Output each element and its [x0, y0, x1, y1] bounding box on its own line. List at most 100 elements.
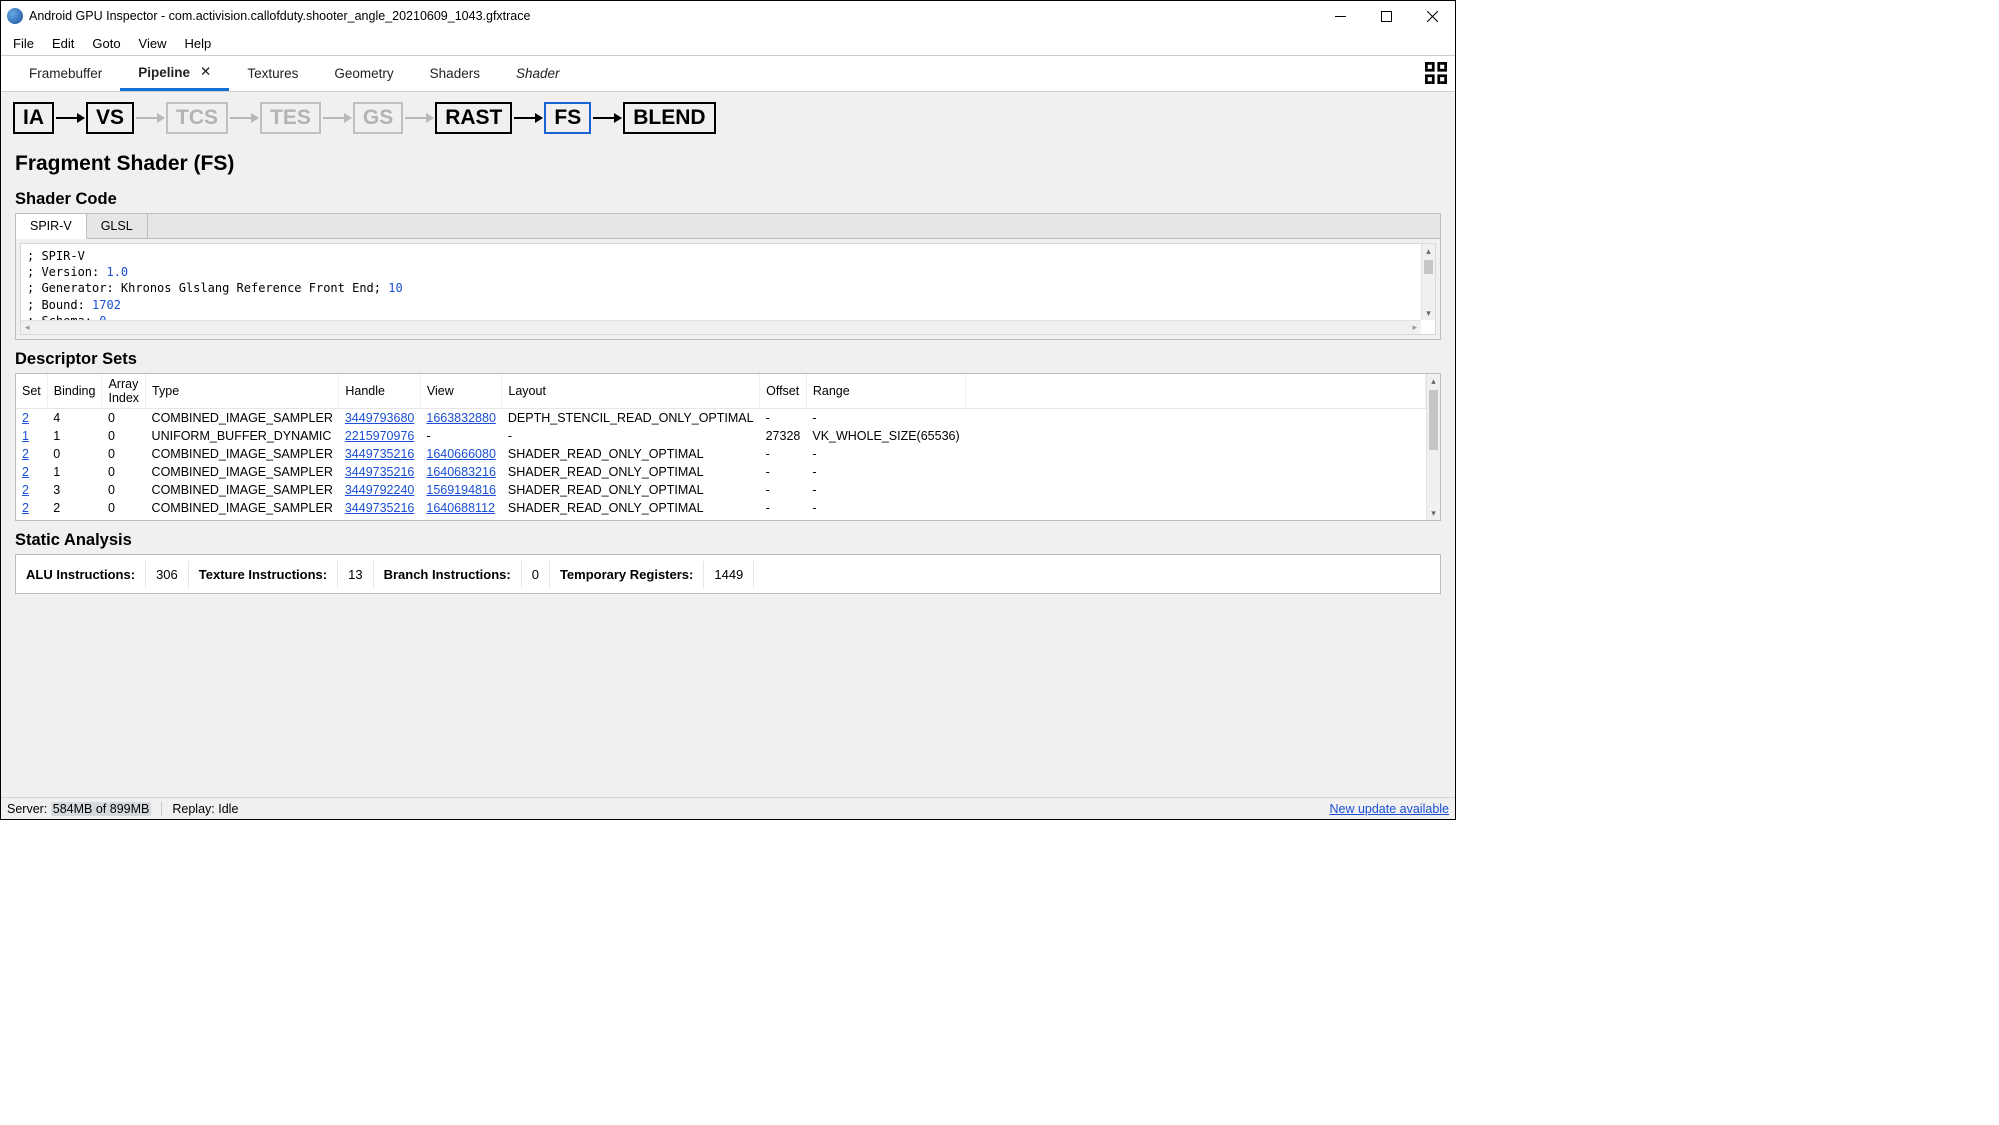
scroll-up-icon[interactable]: ▴ [1422, 244, 1435, 258]
view-link[interactable]: 1640666080 [426, 447, 496, 461]
cell-layout: - [502, 427, 760, 445]
arrow-icon [230, 117, 258, 119]
view-link[interactable]: 1640683216 [426, 465, 496, 479]
code-tab-glsl[interactable]: GLSL [87, 214, 148, 238]
exit-fullscreen-icon[interactable] [1425, 62, 1447, 84]
view-link[interactable]: 1663832880 [426, 411, 496, 425]
minimize-button[interactable] [1317, 1, 1363, 31]
stage-fs[interactable]: FS [544, 102, 591, 134]
cell-type: COMBINED_IMAGE_SAMPLER [146, 445, 339, 463]
tab-shaders[interactable]: Shaders [412, 56, 498, 91]
set-link[interactable]: 1 [22, 429, 29, 443]
vertical-scrollbar[interactable]: ▴ ▾ [1426, 374, 1440, 520]
set-link[interactable]: 2 [22, 411, 29, 425]
cell-view: 1640666080 [420, 445, 502, 463]
tab-label: Shader [516, 66, 560, 81]
stage-tcs[interactable]: TCS [166, 102, 228, 134]
cell-offset: 27328 [760, 427, 807, 445]
scroll-thumb[interactable] [1424, 260, 1433, 274]
stage-gs[interactable]: GS [353, 102, 403, 134]
stage-ia[interactable]: IA [13, 102, 54, 134]
stat-label: Branch Instructions: [374, 561, 522, 588]
menu-help[interactable]: Help [177, 34, 220, 53]
col-layout[interactable]: Layout [502, 374, 760, 409]
col-handle[interactable]: Handle [339, 374, 421, 409]
code-area[interactable]: ; SPIR-V ; Version: 1.0 ; Generator: Khr… [20, 243, 1436, 335]
scroll-up-icon[interactable]: ▴ [1427, 374, 1440, 388]
tab-textures[interactable]: Textures [229, 56, 316, 91]
view-link[interactable]: 1569194816 [426, 483, 496, 497]
tab-framebuffer[interactable]: Framebuffer [11, 56, 120, 91]
cell-layout: SHADER_READ_ONLY_OPTIMAL [502, 463, 760, 481]
col-offset[interactable]: Offset [760, 374, 807, 409]
cell-range: - [806, 463, 965, 481]
scroll-down-icon[interactable]: ▾ [1427, 506, 1440, 520]
handle-link[interactable]: 3449735216 [345, 465, 415, 479]
set-link[interactable]: 2 [22, 501, 29, 515]
menu-edit[interactable]: Edit [44, 34, 82, 53]
handle-link[interactable]: 3449792240 [345, 483, 415, 497]
cell-index: 0 [102, 481, 146, 499]
scroll-left-icon[interactable]: ◂ [25, 322, 30, 333]
menu-view[interactable]: View [131, 34, 175, 53]
window-controls [1317, 1, 1455, 31]
cell-binding: 4 [47, 409, 102, 428]
menubar: File Edit Goto View Help [1, 31, 1455, 55]
cell-type: UNIFORM_BUFFER_DYNAMIC [146, 427, 339, 445]
set-link[interactable]: 2 [22, 465, 29, 479]
stage-vs[interactable]: VS [86, 102, 134, 134]
horizontal-scrollbar[interactable]: ◂▸ [21, 320, 1421, 334]
stat-label: Texture Instructions: [189, 561, 338, 588]
update-link-wrap: New update available [1329, 802, 1449, 816]
handle-link[interactable]: 3449735216 [345, 501, 415, 515]
handle-link[interactable]: 2215970976 [345, 429, 415, 443]
col-binding[interactable]: Binding [47, 374, 102, 409]
tab-label: Pipeline [138, 65, 190, 80]
close-icon[interactable]: ✕ [200, 64, 211, 80]
table-header-row: Set Binding Array Index Type Handle View… [16, 374, 1426, 409]
maximize-button[interactable] [1363, 1, 1409, 31]
menu-file[interactable]: File [5, 34, 42, 53]
cell-offset: - [760, 445, 807, 463]
scroll-down-icon[interactable]: ▾ [1422, 306, 1435, 320]
set-link[interactable]: 2 [22, 483, 29, 497]
col-range[interactable]: Range [806, 374, 965, 409]
view-link[interactable]: 1640688112 [426, 501, 495, 515]
tab-pipeline[interactable]: Pipeline ✕ [120, 56, 229, 91]
arrow-icon [323, 117, 351, 119]
tab-geometry[interactable]: Geometry [316, 56, 411, 91]
cell-type: COMBINED_IMAGE_SAMPLER [146, 463, 339, 481]
menu-goto[interactable]: Goto [84, 34, 128, 53]
handle-link[interactable]: 3449793680 [345, 411, 415, 425]
tab-label: Framebuffer [29, 66, 102, 81]
handle-link[interactable]: 3449735216 [345, 447, 415, 461]
table-row: 110UNIFORM_BUFFER_DYNAMIC2215970976--273… [16, 427, 1426, 445]
section-title: Static Analysis [15, 531, 1441, 550]
code-tab-spirv[interactable]: SPIR-V [16, 214, 87, 239]
static-analysis-section: Static Analysis ALU Instructions: 306 Te… [1, 531, 1455, 594]
tab-label: Textures [247, 66, 298, 81]
col-array-index[interactable]: Array Index [102, 374, 146, 409]
set-link[interactable]: 2 [22, 447, 29, 461]
col-view[interactable]: View [420, 374, 502, 409]
scroll-thumb[interactable] [1429, 390, 1438, 450]
col-type[interactable]: Type [146, 374, 339, 409]
cell-layout: SHADER_READ_ONLY_OPTIMAL [502, 481, 760, 499]
app-icon [7, 8, 23, 24]
arrow-icon [514, 117, 542, 119]
arrow-icon [405, 117, 433, 119]
cell-binding: 2 [47, 499, 102, 517]
stage-tes[interactable]: TES [260, 102, 321, 134]
cell-type: COMBINED_IMAGE_SAMPLER [146, 409, 339, 428]
arrow-icon [593, 117, 621, 119]
scroll-right-icon[interactable]: ▸ [1412, 322, 1417, 333]
window-title: Android GPU Inspector - com.activision.c… [29, 9, 530, 23]
tab-shader[interactable]: Shader [498, 56, 578, 91]
stage-rast[interactable]: RAST [435, 102, 512, 134]
close-button[interactable] [1409, 1, 1455, 31]
update-link[interactable]: New update available [1329, 802, 1449, 816]
vertical-scrollbar[interactable]: ▴ ▾ [1421, 244, 1435, 320]
descriptor-table: Set Binding Array Index Type Handle View… [16, 374, 1426, 517]
stage-blend[interactable]: BLEND [623, 102, 715, 134]
col-set[interactable]: Set [16, 374, 47, 409]
